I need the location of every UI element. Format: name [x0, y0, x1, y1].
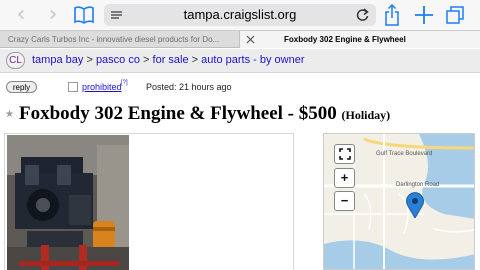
image-gallery [4, 133, 294, 270]
map-street-label: Darlington Road [396, 182, 440, 188]
prohibited-checkbox[interactable] [68, 82, 78, 92]
tab-strip: Crazy Carls Turbos Inc - innovative dies… [0, 30, 480, 48]
posted-time: Posted: 21 hours ago [146, 82, 232, 92]
zoom-in-button[interactable]: + [334, 168, 355, 188]
reload-icon[interactable] [356, 8, 369, 22]
cl-header: CL tampa bay > pasco co > for sale > aut… [0, 49, 480, 73]
breadcrumb-auto-parts[interactable]: auto parts - by owner [201, 54, 304, 66]
star-icon[interactable]: ★ [5, 109, 14, 120]
posting-title: Foxbody 302 Engine & Flywheel - $500 [19, 103, 337, 124]
tabs-icon[interactable] [446, 6, 464, 24]
breadcrumb: tampa bay > pasco co > for sale > auto p… [32, 54, 305, 66]
title-row: ★ Foxbody 302 Engine & Flywheel - $500 (… [0, 101, 480, 129]
close-icon[interactable] [246, 35, 255, 44]
share-icon[interactable] [384, 4, 400, 26]
zoom-out-button[interactable]: − [334, 191, 355, 211]
bookmarks-icon[interactable] [74, 6, 94, 24]
prohibited-help-link[interactable]: [?] [121, 80, 128, 86]
breadcrumb-separator: > [191, 54, 199, 66]
breadcrumb-separator: > [86, 54, 93, 66]
posting-location: (Holiday) [341, 108, 391, 122]
url-text: tampa.craigslist.org [183, 7, 297, 22]
tab-crazy-carls[interactable]: Crazy Carls Turbos Inc - innovative dies… [0, 31, 240, 48]
map-street-label: Gulf Trace Boulevard [376, 151, 433, 157]
page-title: Foxbody 302 Engine & Flywheel - $500 (Ho… [19, 103, 390, 125]
browser-toolbar: ‹ › tampa.craigslist.org [0, 0, 480, 30]
breadcrumb-for-sale[interactable]: for sale [153, 54, 189, 66]
location-marker-icon[interactable] [406, 192, 424, 218]
fullscreen-icon[interactable] [334, 144, 355, 164]
tab-label: Foxbody 302 Engine & Flywheel [284, 35, 406, 44]
reply-button[interactable]: reply [6, 81, 37, 93]
breadcrumb-separator: > [143, 54, 150, 66]
post-info-row: reply prohibited [?] Posted: 21 hours ag… [0, 79, 480, 95]
new-tab-icon[interactable] [414, 5, 434, 25]
address-bar[interactable]: tampa.craigslist.org [104, 4, 376, 26]
engine-photo[interactable] [7, 135, 129, 270]
location-map[interactable]: Gulf Trace Boulevard Darlington Road + − [323, 133, 475, 270]
tab-foxbody[interactable]: Foxbody 302 Engine & Flywheel [240, 31, 480, 48]
back-icon[interactable]: ‹ [12, 4, 30, 26]
forward-icon[interactable]: › [44, 4, 62, 26]
breadcrumb-pasco-co[interactable]: pasco co [96, 54, 140, 66]
breadcrumb-tampa-bay[interactable]: tampa bay [32, 54, 83, 66]
tab-label: Crazy Carls Turbos Inc - innovative dies… [8, 35, 220, 44]
craigslist-logo[interactable]: CL [6, 52, 25, 69]
prohibited-link[interactable]: prohibited [82, 82, 122, 92]
engine-photo-graphic [7, 135, 129, 270]
